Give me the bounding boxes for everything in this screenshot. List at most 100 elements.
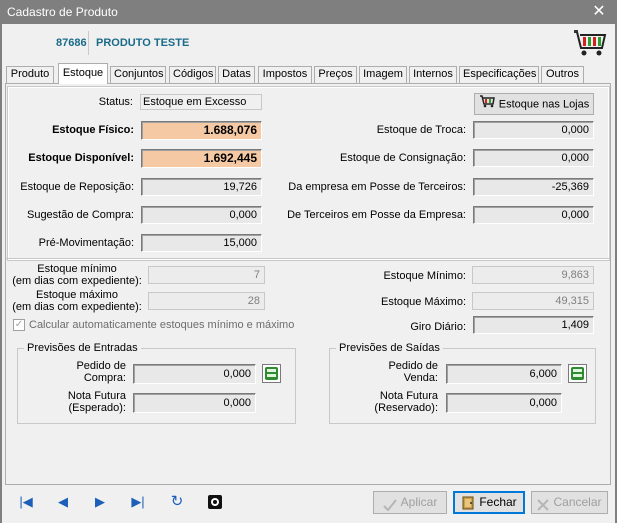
next-record-icon[interactable]: ▶ <box>92 494 108 510</box>
close-button[interactable]: Fechar <box>453 491 525 514</box>
tab-label: Preços <box>318 68 353 80</box>
auto-calc-checkbox[interactable]: ✓ <box>13 319 25 331</box>
entradas-pedido-label: Pedido de Compra: <box>40 360 126 384</box>
max-days-field: 28 <box>148 292 265 310</box>
cancel-button[interactable]: Cancelar <box>531 491 608 514</box>
previous-record-icon[interactable]: ◀ <box>55 494 71 510</box>
tab-imagem[interactable]: Imagem <box>359 66 407 83</box>
tab-datas[interactable]: Datas <box>218 66 255 83</box>
product-name: PRODUTO TESTE <box>96 37 190 49</box>
status-label: Status: <box>98 96 133 108</box>
tab-conjuntos[interactable]: Conjuntos <box>110 66 166 83</box>
apply-button[interactable]: Aplicar <box>373 491 447 514</box>
giro-label: Giro Diário: <box>410 321 466 333</box>
title-bar: Cadastro de Produto ✕ <box>0 0 617 24</box>
last-record-icon[interactable]: ▶| <box>130 494 146 510</box>
status-value: Estoque em Excesso <box>140 94 262 110</box>
troca-field: 0,000 <box>473 121 594 139</box>
posse-terceiros-field: -25,369 <box>473 178 594 196</box>
entradas-nota-label: Nota Futura (Esperado): <box>40 390 126 414</box>
tab-label: Impostos <box>262 68 308 80</box>
sugestao-field: 0,000 <box>141 206 262 224</box>
saidas-nota-label-line1: Nota Futura <box>379 390 438 402</box>
reposicao-label: Estoque de Reposição: <box>20 181 134 193</box>
window-title: Cadastro de Produto <box>7 5 118 19</box>
min-days-label-line1: Estoque mínimo <box>37 263 117 275</box>
troca-label: Estoque de Troca: <box>376 124 466 136</box>
refresh-icon[interactable]: ↻ <box>169 494 185 510</box>
tab-label: Produto <box>10 68 50 80</box>
entradas-nota-label-line1: Nota Futura <box>67 390 126 402</box>
tab-label: Internos <box>413 68 453 80</box>
max-days-label-line2: (em dias com expediente): <box>12 301 142 313</box>
camera-icon[interactable] <box>207 494 223 510</box>
entradas-title: Previsões de Entradas <box>24 342 141 354</box>
consignacao-label: Estoque de Consignação: <box>340 152 466 164</box>
saidas-details-icon[interactable] <box>568 364 587 383</box>
max-days-label: Estoque máximo (em dias com expediente): <box>12 289 142 313</box>
tab-bar: Produto Estoque Conjuntos Códigos Datas … <box>4 63 613 84</box>
close-icon[interactable]: ✕ <box>581 0 617 24</box>
terceiros-posse-field: 0,000 <box>473 206 594 224</box>
entradas-pedido-field: 0,000 <box>133 364 256 384</box>
saidas-pedido-label: Pedido de Venda: <box>350 360 438 384</box>
giro-field: 1,409 <box>473 316 594 334</box>
max-days-label-line1: Estoque máximo <box>36 289 118 301</box>
saidas-title: Previsões de Saídas <box>336 342 443 354</box>
tab-estoque[interactable]: Estoque <box>58 63 108 84</box>
terceiros-posse-label: De Terceiros em Posse da Empresa: <box>287 209 466 221</box>
tab-label: Datas <box>222 68 251 80</box>
tab-label: Conjuntos <box>114 68 164 80</box>
cancel-label: Cancelar <box>553 495 602 509</box>
tab-label: Especificações <box>463 68 537 80</box>
saidas-pedido-label-line1: Pedido de <box>388 360 438 372</box>
premov-field: 15,000 <box>141 234 262 252</box>
saidas-pedido-field: 6,000 <box>446 364 562 384</box>
tab-codigos[interactable]: Códigos <box>169 66 216 83</box>
tab-precos[interactable]: Preços <box>314 66 357 83</box>
door-icon <box>461 496 475 510</box>
tab-label: Imagem <box>363 68 403 80</box>
tab-label: Códigos <box>173 68 214 80</box>
first-record-icon[interactable]: |◀ <box>18 494 34 510</box>
cart-small-icon <box>479 94 495 115</box>
stock-in-stores-label: Estoque nas Lojas <box>498 98 590 111</box>
max-stock-field: 49,315 <box>472 292 594 310</box>
min-stock-field: 9,863 <box>472 266 594 284</box>
cancel-icon <box>537 497 550 511</box>
entradas-nota-field: 0,000 <box>133 393 256 413</box>
min-days-label-line2: (em dias com expediente): <box>12 275 142 287</box>
tab-outros[interactable]: Outros <box>541 66 584 83</box>
tab-internos[interactable]: Internos <box>409 66 457 83</box>
disponivel-field: 1.692,445 <box>141 149 262 168</box>
close-label: Fechar <box>479 495 517 509</box>
entradas-pedido-label-line2: Compra: <box>83 372 126 384</box>
min-days-field: 7 <box>148 266 265 284</box>
section-divider <box>6 258 610 259</box>
shopping-cart-icon <box>572 26 608 58</box>
tab-label: Estoque <box>62 67 104 79</box>
min-days-label: Estoque mínimo (em dias com expediente): <box>12 263 142 287</box>
consignacao-field: 0,000 <box>473 149 594 167</box>
posse-terceiros-label: Da empresa em Posse de Terceiros: <box>288 181 466 193</box>
stock-in-stores-button[interactable]: Estoque nas Lojas <box>474 93 594 115</box>
fisico-label: Estoque Físico: <box>52 124 134 136</box>
product-code: 87686 <box>56 37 87 49</box>
auto-calc-label: Calcular automaticamente estoques mínimo… <box>29 319 295 331</box>
min-stock-label: Estoque Mínimo: <box>383 270 466 282</box>
reposicao-field: 19,726 <box>141 178 262 196</box>
apply-label: Aplicar <box>400 495 438 509</box>
product-header <box>2 24 615 63</box>
tab-especificacoes[interactable]: Especificações <box>459 66 539 83</box>
fisico-field: 1.688,076 <box>141 121 262 140</box>
max-stock-label: Estoque Máximo: <box>381 296 466 308</box>
sugestao-label: Sugestão de Compra: <box>26 209 134 221</box>
tab-impostos[interactable]: Impostos <box>258 66 312 83</box>
tab-label: Outros <box>545 68 579 80</box>
premov-label: Pré-Movimentação: <box>38 237 134 249</box>
entradas-details-icon[interactable] <box>262 364 281 383</box>
tab-produto[interactable]: Produto <box>6 66 54 83</box>
disponivel-label: Estoque Disponível: <box>28 152 134 164</box>
apply-icon <box>382 497 397 512</box>
saidas-nota-label: Nota Futura (Reservado): <box>350 390 438 414</box>
